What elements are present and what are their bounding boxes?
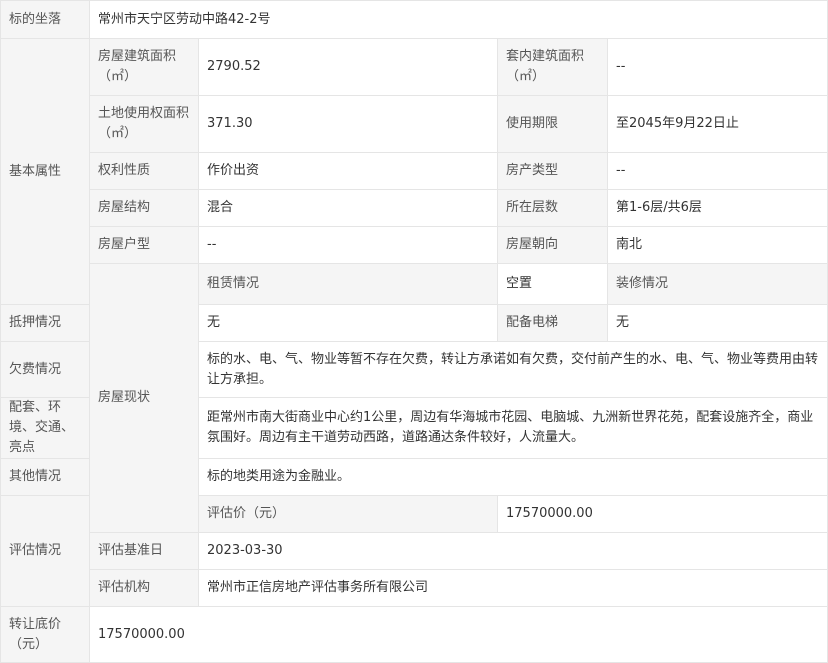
lease-row: 房屋现状 租赁情况 空置 装修情况 --: [1, 263, 828, 533]
property-info-table: 标的坐落 常州市天宁区劳动中路42-2号 基本属性 房屋建筑面积（㎡） 2790…: [0, 0, 828, 663]
house-type-row: 房屋户型 -- 房屋朝向 南北: [1, 226, 828, 264]
structure-row: 房屋结构 混合 所在层数 第1-6层/共6层: [1, 189, 828, 227]
property-type-value: --: [606, 152, 828, 190]
other-value: 标的地类用途为金融业。: [197, 458, 828, 496]
use-term-label: 使用期限: [497, 95, 608, 153]
mortgage-value: 无: [198, 304, 498, 342]
valuation-price-label: 评估价（元）: [198, 495, 498, 533]
reserve-price-row: 转让底价（元） 17570000.00: [0, 606, 828, 663]
lease-label: 租赁情况: [198, 263, 498, 305]
valuation-price-value: 17570000.00: [496, 495, 828, 533]
orientation-label: 房屋朝向: [497, 226, 608, 264]
reserve-price-label: 转让底价（元）: [0, 606, 90, 663]
orientation-value: 南北: [606, 226, 828, 264]
lease-value: 空置: [497, 263, 608, 305]
valuation-agency-row: 评估机构 常州市正信房地产评估事务所有限公司: [1, 569, 828, 607]
right-nature-row: 权利性质 作价出资 房产类型 --: [1, 152, 828, 190]
location-label: 标的坐落: [0, 0, 90, 39]
elevator-value: 无: [606, 304, 828, 342]
floor-label: 所在层数: [497, 189, 608, 227]
inner-area-label: 套内建筑面积（㎡）: [497, 38, 608, 96]
house-type-value: --: [198, 226, 498, 264]
basic-section-label: 基本属性: [0, 38, 90, 305]
location-value: 常州市天宁区劳动中路42-2号: [88, 0, 828, 39]
right-nature-value: 作价出资: [198, 152, 498, 190]
arrears-value: 标的水、电、气、物业等暂不存在欠费，转让方承诺如有欠费，交付前产生的水、电、气、…: [197, 341, 828, 398]
land-area-value: 371.30: [198, 95, 498, 153]
valuation-date-row: 评估基准日 2023-03-30: [1, 532, 828, 570]
structure-value: 混合: [198, 189, 498, 227]
property-type-label: 房产类型: [497, 152, 608, 190]
reserve-price-value: 17570000.00: [88, 606, 828, 663]
land-area-row: 土地使用权面积（㎡） 371.30 使用期限 至2045年9月22日止: [1, 95, 828, 153]
floor-value: 第1-6层/共6层: [606, 189, 828, 227]
mortgage-label: 抵押情况: [0, 304, 90, 342]
arrears-label: 欠费情况: [0, 341, 90, 398]
house-type-label: 房屋户型: [89, 226, 199, 264]
other-label: 其他情况: [0, 458, 90, 496]
valuation-agency-value: 常州市正信房地产评估事务所有限公司: [197, 569, 828, 607]
structure-label: 房屋结构: [89, 189, 199, 227]
valuation-date-value: 2023-03-30: [197, 532, 828, 570]
valuation-agency-label: 评估机构: [89, 569, 199, 607]
building-area-value: 2790.52: [198, 38, 498, 96]
status-section-label: 房屋现状: [89, 263, 199, 533]
building-area-row: 基本属性 房屋建筑面积（㎡） 2790.52 套内建筑面积（㎡） --: [0, 38, 828, 305]
land-area-label: 土地使用权面积（㎡）: [89, 95, 199, 153]
facilities-value: 距常州市南大街商业中心约1公里，周边有华海城市花园、电脑城、九洲新世界花苑，配套…: [197, 397, 828, 459]
decoration-label: 装修情况: [606, 263, 828, 305]
use-term-value: 至2045年9月22日止: [606, 95, 828, 153]
right-nature-label: 权利性质: [89, 152, 199, 190]
valuation-section-label: 评估情况: [0, 495, 90, 607]
valuation-date-label: 评估基准日: [89, 532, 199, 570]
facilities-label: 配套、环境、交通、亮点: [0, 397, 90, 459]
building-area-label: 房屋建筑面积（㎡）: [89, 38, 199, 96]
location-row: 标的坐落 常州市天宁区劳动中路42-2号: [0, 0, 828, 39]
inner-area-value: --: [606, 38, 828, 96]
elevator-label: 配备电梯: [497, 304, 608, 342]
